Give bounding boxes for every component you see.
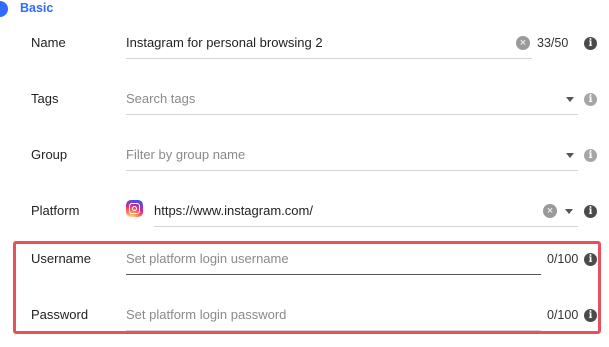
- password-underline: [126, 330, 541, 331]
- username-info-icon[interactable]: i: [584, 253, 597, 266]
- password-label: Password: [31, 307, 89, 322]
- password-counter: 0/100: [547, 308, 579, 322]
- instagram-icon: [126, 200, 143, 217]
- name-counter: 33/50: [537, 36, 569, 50]
- platform-clear-icon[interactable]: ×: [543, 204, 557, 218]
- name-clear-icon[interactable]: ×: [516, 36, 530, 50]
- platform-row: Platform https://www.instagram.com/ × i: [0, 199, 609, 243]
- platform-chevron-down-icon[interactable]: [565, 209, 573, 214]
- platform-info-icon[interactable]: i: [584, 205, 597, 218]
- group-underline: [126, 170, 578, 171]
- section-dot-icon: [0, 1, 8, 17]
- password-placeholder: Set platform login password: [126, 307, 287, 322]
- group-chevron-down-icon[interactable]: [566, 153, 574, 158]
- name-row: Name Instagram for personal browsing 2 ×…: [0, 31, 609, 75]
- group-select[interactable]: Filter by group name: [126, 143, 578, 171]
- name-underline: [126, 58, 532, 59]
- group-placeholder: Filter by group name: [126, 147, 246, 162]
- username-counter: 0/100: [547, 252, 579, 266]
- name-input[interactable]: Instagram for personal browsing 2: [126, 31, 532, 59]
- username-label: Username: [31, 251, 91, 266]
- platform-value: https://www.instagram.com/: [154, 203, 313, 218]
- tags-select[interactable]: Search tags: [126, 87, 578, 115]
- tags-label: Tags: [31, 91, 59, 106]
- password-row: Password Set platform login password 0/1…: [0, 303, 609, 347]
- group-label: Group: [31, 147, 68, 162]
- password-input[interactable]: Set platform login password: [126, 303, 541, 331]
- group-row: Group Filter by group name i: [0, 143, 609, 187]
- tags-placeholder: Search tags: [126, 91, 196, 106]
- tags-info-icon[interactable]: i: [584, 93, 597, 106]
- platform-select[interactable]: https://www.instagram.com/: [154, 199, 578, 227]
- name-label: Name: [31, 35, 66, 50]
- name-info-icon[interactable]: i: [584, 37, 597, 50]
- password-info-icon[interactable]: i: [584, 309, 597, 322]
- tags-row: Tags Search tags i: [0, 87, 609, 131]
- group-info-icon[interactable]: i: [584, 149, 597, 162]
- platform-underline: [154, 226, 578, 227]
- username-row: Username Set platform login username 0/1…: [0, 247, 609, 291]
- username-placeholder: Set platform login username: [126, 251, 289, 266]
- username-underline: [126, 274, 541, 275]
- tags-underline: [126, 114, 578, 115]
- username-input[interactable]: Set platform login username: [126, 247, 541, 275]
- name-value: Instagram for personal browsing 2: [126, 35, 323, 50]
- platform-label: Platform: [31, 203, 80, 218]
- section-title: Basic: [20, 1, 54, 15]
- tags-chevron-down-icon[interactable]: [566, 97, 574, 102]
